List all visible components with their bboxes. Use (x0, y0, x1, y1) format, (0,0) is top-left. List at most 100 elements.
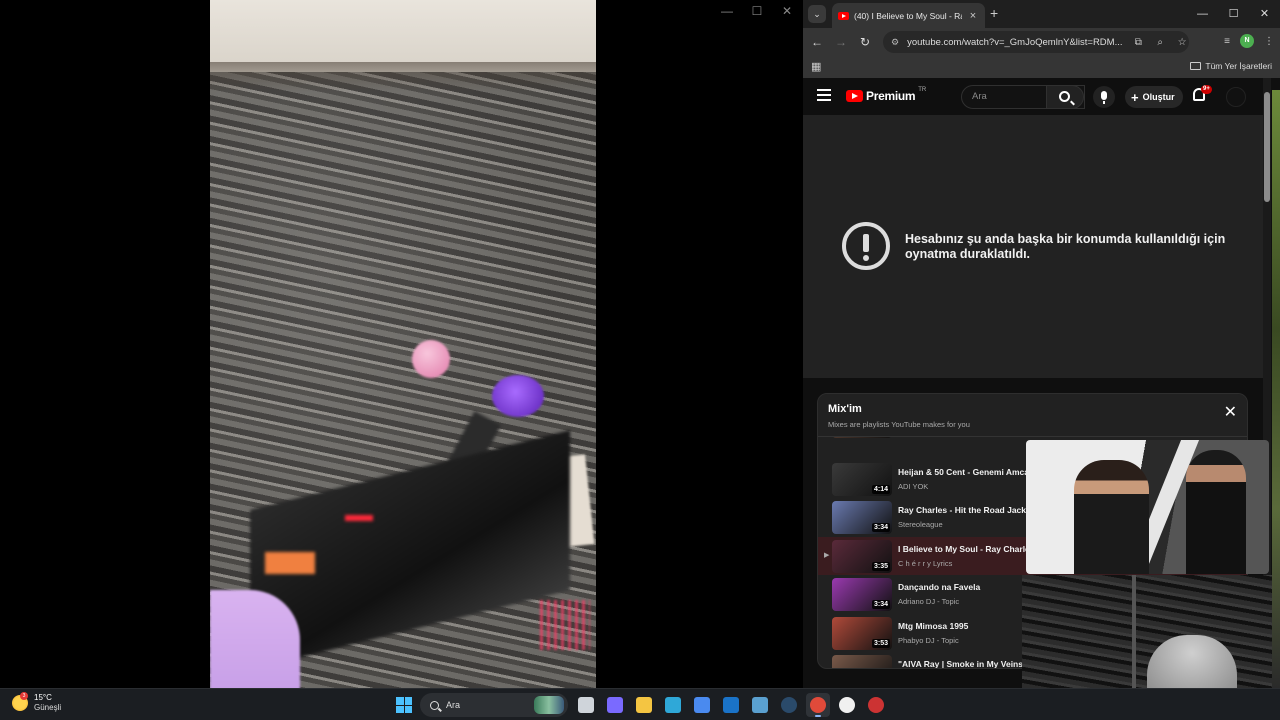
picture-in-picture-video[interactable] (1026, 440, 1269, 574)
orange-part (265, 552, 315, 574)
create-button[interactable]: + Oluştur (1125, 86, 1183, 108)
youtube-masthead: Premium TR Ara + Oluştur 9+ (803, 78, 1263, 115)
wall-shadow (210, 62, 596, 92)
mix-title: Mix'im (828, 403, 862, 415)
outlook-icon[interactable] (719, 693, 743, 717)
folder-icon (1190, 62, 1202, 70)
alert-icon (842, 222, 890, 270)
address-bar[interactable]: ⚙ youtube.com/watch?v=_GmJoQemlnY&list=R… (883, 31, 1189, 53)
duration-badge: 3:53 (871, 638, 890, 648)
youtube-premium-logo[interactable]: Premium TR (846, 87, 927, 103)
file-explorer-glyph (636, 697, 652, 713)
tab-strip: ⌄ (40) I Believe to My Soul - Ray C × + … (803, 0, 1280, 28)
forward-icon[interactable]: → (829, 35, 853, 49)
logo-region: TR (918, 87, 927, 93)
back-icon[interactable]: ← (805, 35, 829, 49)
mix-item-thumbnail[interactable] (832, 655, 892, 668)
tab-youtube[interactable]: (40) I Believe to My Soul - Ray C × (832, 3, 985, 28)
mix-item-thumbnail[interactable]: 4:14 (832, 462, 892, 496)
minimize-icon[interactable]: — (1187, 0, 1218, 28)
scrollbar-thumb[interactable] (1264, 92, 1270, 202)
duration-badge: 4:14 (871, 484, 890, 494)
taskbar-search[interactable]: Ara (420, 693, 568, 717)
steam-glyph (781, 697, 797, 713)
mix-item-thumbnail[interactable]: 4:40 (832, 437, 892, 438)
remote-desktop-icon[interactable] (748, 693, 772, 717)
apps-grid-icon[interactable]: ▦ (811, 60, 821, 73)
now-playing-icon: ▶ (824, 551, 830, 559)
tab-search-icon[interactable]: ⌄ (808, 5, 826, 23)
hamburger-menu-icon[interactable] (817, 89, 831, 101)
weather-widget[interactable]: 3 15°C Güneşli (12, 692, 61, 713)
search-button[interactable] (1046, 85, 1084, 109)
youtube-logo-icon (846, 90, 863, 102)
outlook-glyph (723, 697, 739, 713)
voice-search-icon[interactable] (1093, 86, 1115, 108)
mix-item-thumbnail[interactable]: 3:35 (832, 539, 892, 573)
weather-temp: 15°C (34, 693, 52, 702)
start-windows-icon[interactable] (396, 697, 412, 713)
notification-badge: 9+ (1201, 85, 1212, 94)
url-text: youtube.com/watch?v=_GmJoQemlnY&list=RDM… (907, 36, 1123, 48)
new-tab-icon[interactable]: + (990, 5, 998, 21)
search-highlight-icon (534, 696, 564, 714)
all-bookmarks-button[interactable]: Tüm Yer İşaretleri (1190, 61, 1272, 71)
mix-item-thumbnail[interactable]: 3:34 (832, 578, 892, 611)
file-explorer-icon[interactable] (632, 693, 656, 717)
maximize-icon[interactable]: ☐ (1218, 0, 1249, 28)
store-icon[interactable] (690, 693, 714, 717)
chrome-icon[interactable] (806, 693, 830, 717)
webcam-chair (1147, 635, 1237, 688)
app-notif-icon[interactable] (864, 693, 888, 717)
close-icon[interactable]: ✕ (1224, 405, 1237, 421)
logo-text: Premium (866, 89, 916, 103)
task-view-icon[interactable] (574, 693, 598, 717)
account-avatar[interactable] (1226, 87, 1246, 107)
media-controls-icon[interactable]: ≡ (1224, 36, 1230, 47)
close-icon[interactable]: ✕ (1249, 0, 1280, 28)
vertical-video[interactable] (210, 0, 596, 688)
mix-item-thumbnail[interactable]: 3:34 (832, 501, 892, 534)
maximize-icon[interactable]: ☐ (749, 4, 765, 18)
steam-icon[interactable] (777, 693, 801, 717)
webcam-wall-panel (1132, 575, 1136, 688)
reload-icon[interactable]: ↻ (853, 35, 877, 49)
tab-title: (40) I Believe to My Soul - Ray C (854, 10, 962, 21)
duration-badge: 3:34 (871, 523, 890, 532)
copilot-icon[interactable] (603, 693, 627, 717)
pip-person-left (1074, 460, 1149, 574)
zoom-icon[interactable]: ⌕ (1153, 37, 1167, 48)
duration-badge: 3:35 (871, 561, 890, 571)
mix-item-thumbnail[interactable]: 3:53 (832, 616, 892, 650)
video-window: — ☐ ✕ (0, 0, 803, 688)
taskbar-search-label: Ara (446, 700, 461, 710)
profile-avatar[interactable]: N (1240, 34, 1254, 48)
sun-icon: 3 (12, 692, 28, 711)
pip-person-right (1186, 450, 1246, 574)
webcam-overlay (1022, 575, 1280, 688)
desktop: — ☐ ✕ ⌄ (40) I Believe to My Soul - Ray … (0, 0, 1280, 720)
kebab-menu-icon[interactable]: ⋮ (1264, 36, 1274, 47)
store-glyph (694, 697, 710, 713)
playback-paused-message: Hesabınız şu anda başka bir konumda kull… (905, 232, 1226, 261)
copilot-glyph (607, 697, 623, 713)
all-bookmarks-label: Tüm Yer İşaretleri (1205, 61, 1272, 71)
video-player[interactable]: Hesabınız şu anda başka bir konumda kull… (803, 115, 1263, 378)
desktop-edge (1272, 90, 1280, 688)
bookmark-star-icon[interactable]: ☆ (1175, 37, 1189, 48)
close-icon[interactable]: ✕ (779, 4, 795, 18)
duration-badge: 3:34 (871, 600, 890, 609)
tab-close-icon[interactable]: × (967, 10, 979, 22)
taskbar-apps (574, 693, 888, 717)
edge-icon[interactable] (661, 693, 685, 717)
media-player-glyph (839, 697, 855, 713)
minimize-icon[interactable]: — (719, 4, 735, 18)
remote-desktop-glyph (752, 697, 768, 713)
site-info-icon[interactable]: ⚙ (891, 37, 899, 48)
mix-header: Mix'im Mixes are playlists YouTube makes… (818, 394, 1247, 437)
app-notif-glyph (868, 697, 884, 713)
pink-ball (412, 340, 450, 378)
install-app-icon[interactable]: ⧉ (1131, 37, 1145, 48)
media-player-icon[interactable] (835, 693, 859, 717)
browser-toolbar: ← → ↻ ⚙ youtube.com/watch?v=_GmJoQemlnY&… (803, 28, 1280, 56)
